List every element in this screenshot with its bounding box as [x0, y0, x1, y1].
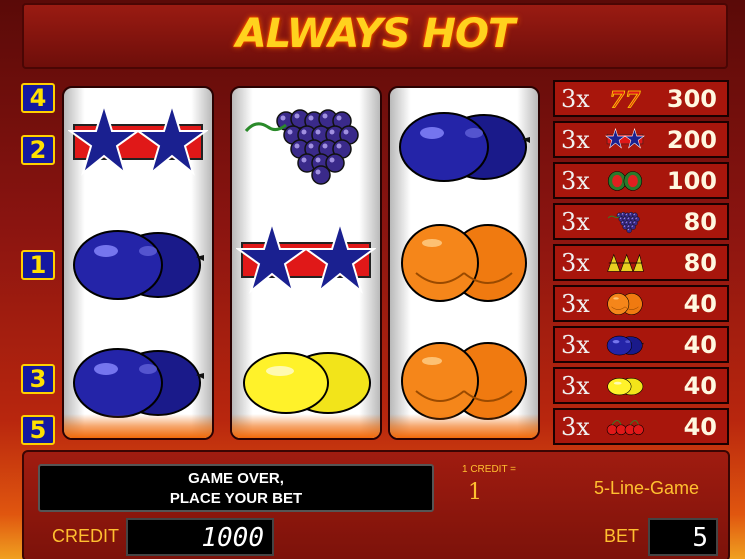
paytable-row: 3x 40: [553, 285, 729, 322]
reel-2-row-1-symbol: [232, 88, 380, 202]
line-marker-2[interactable]: 2: [21, 135, 55, 165]
paytable-multiplier: 3x: [561, 412, 590, 441]
reel-3: [388, 86, 540, 440]
credit-value: 1000: [201, 523, 264, 553]
paytable-multiplier: 3x: [561, 248, 590, 277]
cherry-icon: [597, 412, 653, 442]
paytable-multiplier: 3x: [561, 289, 590, 318]
paytable-multiplier: 3x: [561, 207, 590, 236]
message-line-2: PLACE YOUR BET: [169, 490, 303, 507]
star-icon: [68, 101, 208, 176]
paytable-row: 3x 40: [553, 326, 729, 363]
paytable-value: 100: [666, 166, 717, 195]
credit-rate-label: 1 CREDIT =: [462, 464, 516, 475]
bet-label: BET: [604, 526, 640, 546]
paytable-row: 3x 100: [553, 162, 729, 199]
credit-display: 1000: [126, 518, 274, 556]
line-marker-5[interactable]: 5: [21, 415, 55, 445]
paytable-value: 80: [683, 207, 717, 236]
line-marker-4[interactable]: 4: [21, 83, 55, 113]
paytable-row: 3x 40: [553, 367, 729, 404]
melon-icon: [597, 166, 653, 196]
paytable-value: 40: [683, 289, 717, 318]
reel-3-flames: [390, 414, 538, 438]
reel-1-row-1-symbol: [64, 88, 212, 202]
plum-icon: [73, 230, 204, 300]
lemon-icon: [597, 371, 653, 401]
paytable-multiplier: 3x: [561, 330, 590, 359]
reel-1-row-2-symbol: [64, 206, 212, 320]
message-line-1: GAME OVER,: [188, 470, 284, 487]
reel-1: [62, 86, 214, 440]
line-marker-3[interactable]: 3: [21, 364, 55, 394]
paytable-value: 40: [683, 371, 717, 400]
paytable-row: 3x 77 300: [553, 80, 729, 117]
paytable-value: 300: [666, 84, 717, 113]
paytable-multiplier: 3x: [561, 166, 590, 195]
paytable-row: 3x 80: [553, 244, 729, 281]
plum-icon: [597, 330, 653, 360]
reel-3-row-1-symbol: [390, 88, 538, 202]
reel-2: [230, 86, 382, 440]
paytable-row: 3x 40: [553, 408, 729, 445]
bet-value: 5: [692, 523, 708, 553]
bet-display[interactable]: 5: [648, 518, 718, 556]
reel-3-row-2-symbol: [390, 206, 538, 320]
grapes-icon: [597, 207, 653, 237]
seven-icon: 77: [597, 84, 653, 114]
reels-area: [62, 86, 554, 440]
svg-text:77: 77: [609, 87, 641, 113]
message-display: GAME OVER, PLACE YOUR BET: [38, 464, 434, 512]
title-banner: ALWAYS HOT: [22, 3, 728, 69]
plum-icon: [399, 112, 530, 182]
paytable: 3x 77 300 3x 200 3x 100 3x 80 3x 80 3x 40 3x 40 …: [553, 80, 729, 449]
reel-1-flames: [64, 414, 212, 438]
star-icon: [597, 125, 653, 155]
paytable-value: 40: [683, 330, 717, 359]
paytable-value: 200: [666, 125, 717, 154]
bell-icon: [597, 248, 653, 278]
grapes-icon: [244, 109, 359, 185]
paytable-multiplier: 3x: [561, 84, 590, 113]
reel-2-row-2-symbol: [232, 206, 380, 320]
credit-rate-value: 1: [468, 480, 482, 505]
control-panel: GAME OVER, PLACE YOUR BET 1 CREDIT = 1 5…: [22, 450, 730, 559]
paytable-row: 3x 80: [553, 203, 729, 240]
paytable-value: 40: [683, 412, 717, 441]
slot-machine: ALWAYS HOT 4 2 1 3 5 3x 77 300 3x 200 3x 100…: [0, 0, 745, 559]
paytable-multiplier: 3x: [561, 371, 590, 400]
game-mode-label: 5-Line-Game: [594, 478, 700, 498]
star-icon: [236, 219, 376, 294]
reel-2-flames: [232, 414, 380, 438]
credit-label: CREDIT: [52, 526, 119, 546]
orange-icon: [401, 224, 527, 302]
line-marker-1[interactable]: 1: [21, 250, 55, 280]
paytable-row: 3x 200: [553, 121, 729, 158]
paytable-multiplier: 3x: [561, 125, 590, 154]
paytable-value: 80: [683, 248, 717, 277]
orange-icon: [597, 289, 653, 319]
game-title: ALWAYS HOT: [235, 11, 516, 57]
